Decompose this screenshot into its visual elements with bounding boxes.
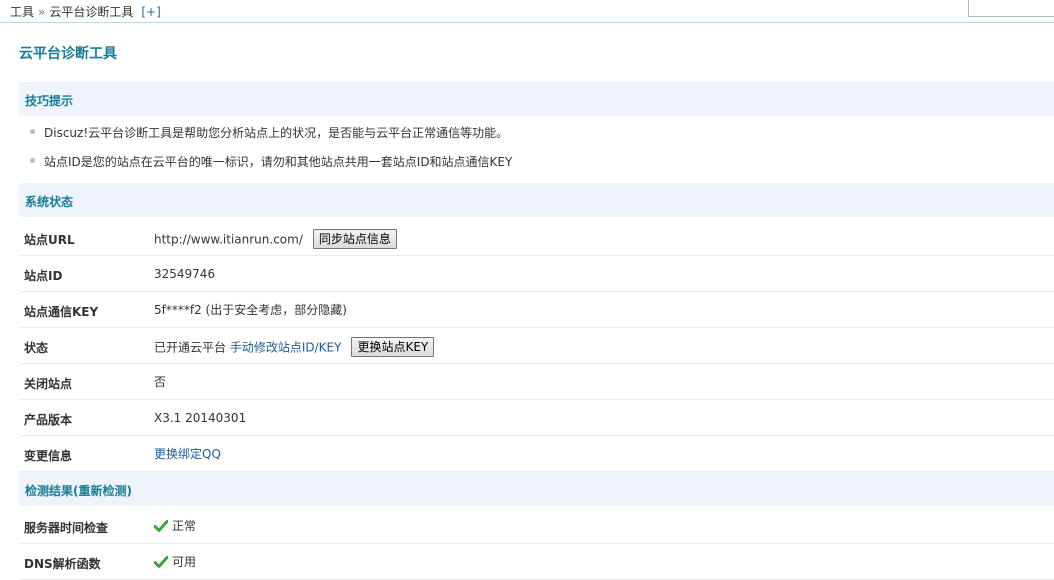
tips-section-header: 技巧提示 bbox=[19, 82, 1054, 116]
system-status-heading: 系统状态 bbox=[25, 195, 74, 209]
bullet-icon bbox=[30, 129, 35, 134]
replace-site-key-button[interactable]: 更换站点KEY bbox=[351, 337, 435, 357]
sync-site-info-button[interactable]: 同步站点信息 bbox=[312, 229, 397, 249]
tip-item: 站点ID是您的站点在云平台的唯一标识，请勿和其他站点共用一套站点ID和站点通信K… bbox=[30, 153, 512, 170]
check-icon bbox=[154, 519, 168, 532]
status-value-cell: 已开通云平台 手动修改站点ID/KEY 更换站点KEY bbox=[154, 337, 435, 358]
status-row: 状态 已开通云平台 手动修改站点ID/KEY 更换站点KEY bbox=[19, 327, 1054, 364]
add-shortcut-link[interactable]: [+] bbox=[141, 5, 160, 19]
tip-text: Discuz!云平台诊断工具是帮助您分析站点上的状况，是否能与云平台正常通信等功… bbox=[44, 126, 509, 140]
breadcrumb-tools-link[interactable]: 工具 bbox=[10, 5, 34, 19]
site-closed-value: 否 bbox=[154, 375, 167, 389]
product-version-row: 产品版本 X3.1 20140301 bbox=[19, 399, 1054, 436]
site-key-value: 5f****f2 (出于安全考虑，部分隐藏) bbox=[154, 303, 347, 317]
check-label: 服务器时间检查 bbox=[24, 521, 109, 535]
status-value: 已开通云平台 bbox=[154, 340, 227, 355]
change-bound-qq-link[interactable]: 更换绑定QQ bbox=[154, 447, 221, 461]
site-url-value-cell: http://www.itianrun.com/同步站点信息 bbox=[154, 229, 397, 250]
check-value: 正常 bbox=[172, 519, 197, 533]
top-bar: 工具 » 云平台诊断工具 [+] bbox=[0, 0, 1054, 23]
check-value: 可用 bbox=[172, 555, 197, 569]
site-url-row: 站点URL http://www.itianrun.com/同步站点信息 bbox=[19, 219, 1054, 256]
top-search-input[interactable] bbox=[968, 0, 1054, 17]
site-id-row: 站点ID 32549746 bbox=[19, 255, 1054, 292]
site-url-value: http://www.itianrun.com/ bbox=[154, 232, 303, 247]
site-key-row: 站点通信KEY 5f****f2 (出于安全考虑，部分隐藏) bbox=[19, 291, 1054, 328]
system-status-section-header: 系统状态 bbox=[19, 183, 1054, 217]
check-row-server-time: 服务器时间检查 正常 bbox=[19, 507, 1054, 544]
site-closed-row: 关闭站点 否 bbox=[19, 363, 1054, 400]
change-info-row: 变更信息 更换绑定QQ bbox=[19, 435, 1054, 472]
check-row-dns: DNS解析函数 可用 bbox=[19, 543, 1054, 580]
site-url-label: 站点URL bbox=[24, 233, 75, 247]
site-key-label: 站点通信KEY bbox=[24, 305, 99, 319]
bullet-icon bbox=[30, 158, 35, 163]
product-version-value: X3.1 20140301 bbox=[154, 411, 247, 425]
product-version-label: 产品版本 bbox=[24, 413, 73, 427]
site-id-label: 站点ID bbox=[24, 269, 63, 283]
check-icon bbox=[154, 555, 168, 568]
check-label: DNS解析函数 bbox=[24, 557, 101, 571]
check-value-cell: 可用 bbox=[154, 554, 196, 570]
change-info-value-cell: 更换绑定QQ bbox=[154, 446, 221, 462]
page-title: 云平台诊断工具 bbox=[19, 46, 117, 62]
edit-site-id-key-link[interactable]: 手动修改站点ID/KEY bbox=[230, 341, 342, 355]
site-closed-label: 关闭站点 bbox=[24, 377, 73, 391]
breadcrumb-current: 云平台诊断工具 bbox=[49, 5, 134, 19]
tips-heading: 技巧提示 bbox=[25, 94, 74, 108]
status-label: 状态 bbox=[24, 341, 49, 355]
site-id-value: 32549746 bbox=[154, 267, 216, 281]
check-results-heading[interactable]: 检测结果(重新检测) bbox=[25, 482, 132, 499]
breadcrumb: 工具 » 云平台诊断工具 [+] bbox=[10, 3, 161, 20]
tip-item: Discuz!云平台诊断工具是帮助您分析站点上的状况，是否能与云平台正常通信等功… bbox=[30, 124, 508, 141]
check-value-cell: 正常 bbox=[154, 518, 196, 534]
change-info-label: 变更信息 bbox=[24, 449, 73, 463]
tip-text: 站点ID是您的站点在云平台的唯一标识，请勿和其他站点共用一套站点ID和站点通信K… bbox=[44, 155, 513, 169]
breadcrumb-separator: » bbox=[38, 5, 46, 19]
check-results-section-header: 检测结果(重新检测) bbox=[19, 472, 1054, 506]
